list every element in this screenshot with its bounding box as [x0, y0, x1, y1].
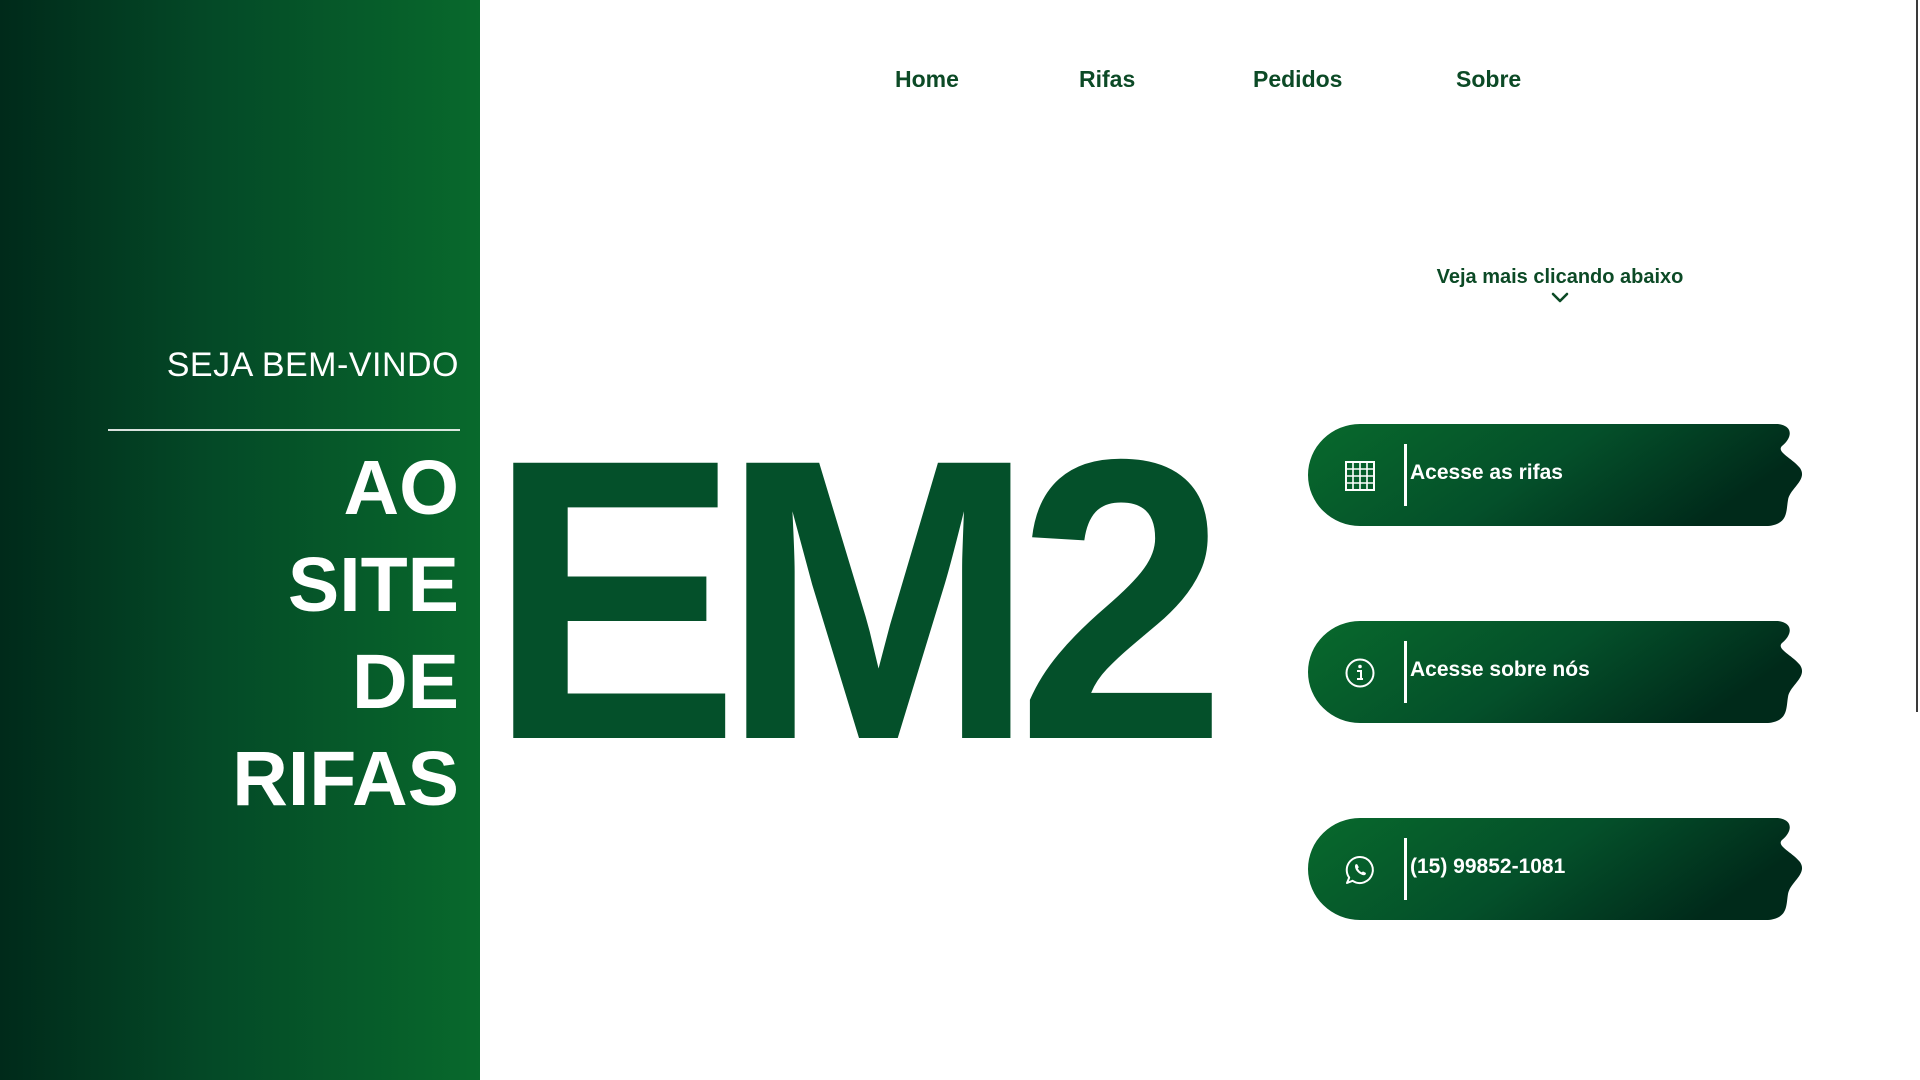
- button-label: (15) 99852-1081: [1410, 855, 1566, 878]
- headline: AO SITE DE RIFAS: [232, 440, 459, 828]
- welcome-divider: [108, 429, 460, 431]
- logo-text: EM2: [494, 434, 1217, 746]
- chevron-down-icon: [1551, 292, 1569, 303]
- button-separator: [1404, 444, 1407, 506]
- headline-line: AO: [343, 445, 460, 531]
- grid-icon: [1345, 461, 1375, 491]
- headline-line: SITE: [287, 542, 459, 628]
- access-raffles-button[interactable]: Acesse as rifas: [1308, 424, 1804, 528]
- button-separator: [1404, 838, 1407, 900]
- page-scrollbar[interactable]: [1912, 0, 1920, 1080]
- nav-sobre[interactable]: Sobre: [1456, 66, 1521, 93]
- em2-logo: EM2: [494, 434, 1230, 746]
- button-label: Acesse sobre nós: [1410, 658, 1590, 681]
- welcome-panel: SEJA BEM-VINDO AO SITE DE RIFAS: [0, 0, 480, 1080]
- whatsapp-icon: [1345, 855, 1374, 884]
- scroll-hint-text: Veja mais clicando abaixo: [1436, 266, 1684, 288]
- button-separator: [1404, 641, 1407, 703]
- welcome-text: SEJA BEM-VINDO: [166, 346, 459, 384]
- headline-line: RIFAS: [232, 736, 459, 822]
- info-icon: [1345, 658, 1375, 688]
- nav-rifas[interactable]: Rifas: [1079, 66, 1135, 93]
- em2-logo-graphic: EM2: [494, 434, 1230, 746]
- access-about-button[interactable]: Acesse sobre nós: [1308, 621, 1804, 725]
- scroll-hint[interactable]: Veja mais clicando abaixo: [1430, 266, 1690, 305]
- whatsapp-contact-button[interactable]: (15) 99852-1081: [1308, 818, 1804, 922]
- scrollbar-thumb[interactable]: [1916, 0, 1918, 712]
- nav-pedidos[interactable]: Pedidos: [1253, 66, 1342, 93]
- button-label: Acesse as rifas: [1410, 461, 1563, 484]
- page: SEJA BEM-VINDO AO SITE DE RIFAS EM2 Home…: [0, 0, 1920, 1080]
- headline-line: DE: [352, 639, 459, 725]
- nav-home[interactable]: Home: [895, 66, 959, 93]
